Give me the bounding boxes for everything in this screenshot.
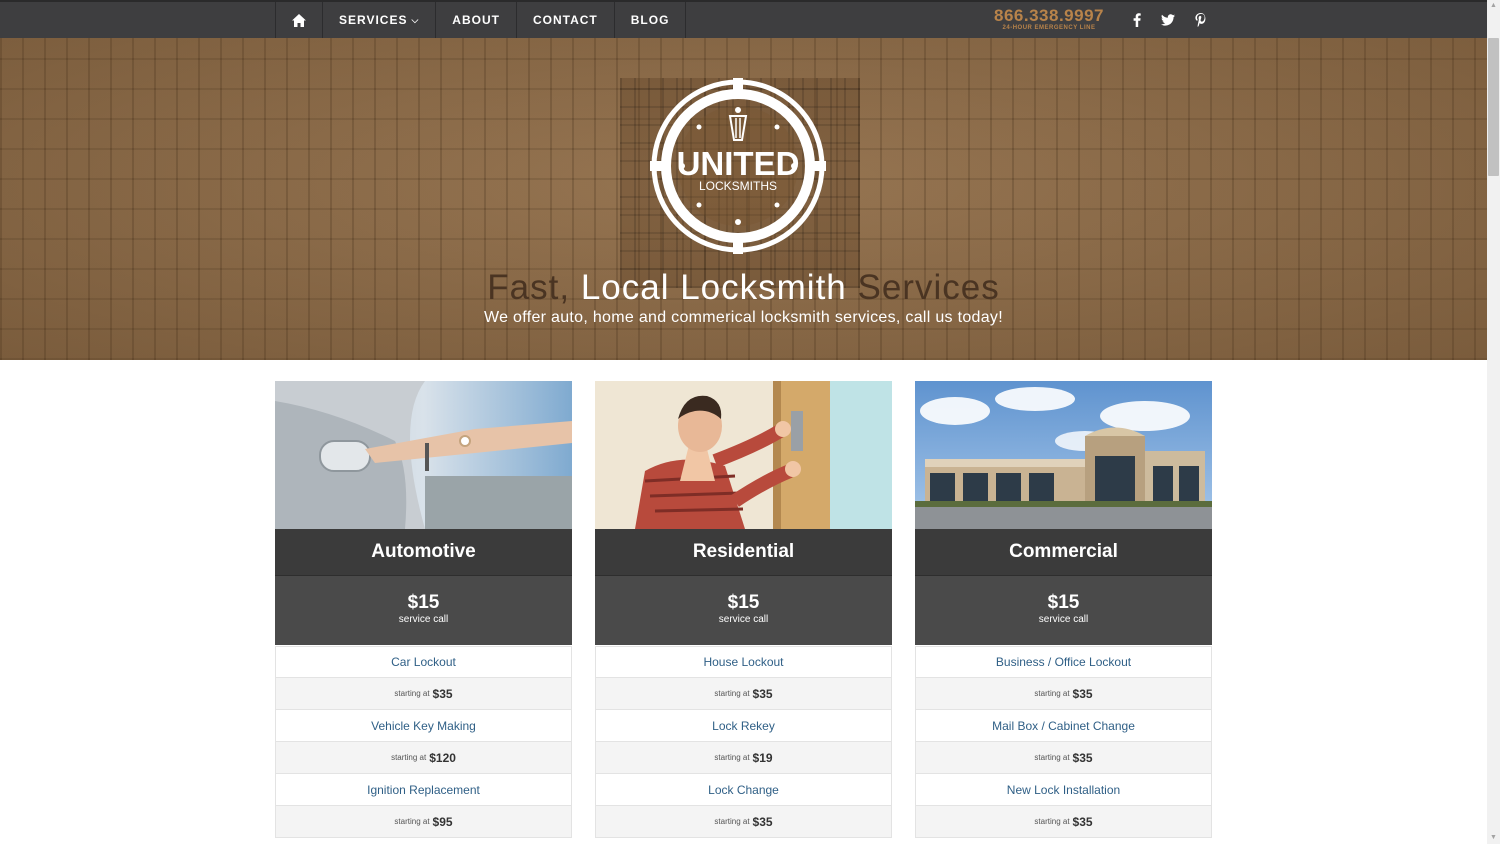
home-icon [292, 13, 306, 27]
nav-menu: SERVICES ⌵ ABOUT CONTACT BLOG [275, 2, 687, 38]
commercial-price-box: $15 service call [915, 576, 1212, 645]
service-price: $35 [1072, 814, 1093, 829]
phone-subtitle: 24-HOUR EMERGENCY LINE [1002, 25, 1096, 31]
scroll-down-arrow-icon[interactable]: ▼ [1487, 832, 1500, 844]
nav-home[interactable] [275, 2, 322, 38]
chevron-down-icon: ⌵ [411, 14, 420, 25]
service-price: $35 [1072, 750, 1093, 765]
service-link[interactable]: Car Lockout [275, 646, 572, 678]
automotive-price-label: service call [398, 614, 449, 625]
facebook-icon [1133, 13, 1141, 27]
nav-services[interactable]: SERVICES ⌵ [322, 2, 435, 38]
service-link[interactable]: Vehicle Key Making [275, 710, 572, 742]
price-prefix: starting at [1034, 817, 1070, 826]
service-price-row: starting at $35 [275, 678, 572, 710]
automotive-title: Automotive [275, 529, 572, 576]
price-prefix: starting at [394, 689, 430, 698]
price-prefix: starting at [394, 817, 430, 826]
service-price-row: starting at $120 [275, 742, 572, 774]
service-link[interactable]: House Lockout [595, 646, 892, 678]
nav-services-label: SERVICES [339, 13, 408, 27]
twitter-link[interactable] [1159, 11, 1177, 29]
residential-image [595, 381, 892, 529]
automotive-service-list: Car Lockout starting at $35 Vehicle Key M… [275, 646, 572, 838]
hero-headline-part3: Services [857, 268, 1000, 307]
service-link[interactable]: Business / Office Lockout [915, 646, 1212, 678]
hero-banner: UNITED LOCKSMITHS Fast, Local Locksmith … [0, 38, 1487, 360]
scroll-up-arrow-icon[interactable]: ▲ [1487, 0, 1500, 12]
hero-headline: Fast, Local Locksmith Services [0, 268, 1487, 308]
service-price: $35 [432, 686, 453, 701]
nav-blog-label: BLOG [630, 13, 670, 27]
commercial-price-label: service call [1038, 614, 1089, 625]
nav-blog[interactable]: BLOG [613, 2, 687, 38]
commercial-image [915, 381, 1212, 529]
service-price-row: starting at $35 [915, 742, 1212, 774]
nav-about[interactable]: ABOUT [435, 2, 516, 38]
residential-card: Residential $15 service call House Locko… [595, 381, 892, 851]
twitter-icon [1161, 14, 1175, 26]
residential-price: $15 [727, 592, 760, 613]
service-price: $95 [432, 814, 453, 829]
price-prefix: starting at [714, 753, 750, 762]
automotive-card: Automotive $15 service call Car Lockout … [275, 381, 572, 851]
phone-number[interactable]: 866.338.9997 [994, 7, 1104, 24]
service-link[interactable]: Lock Change [595, 774, 892, 806]
facebook-link[interactable] [1128, 11, 1146, 29]
service-link[interactable]: Ignition Replacement [275, 774, 572, 806]
residential-price-box: $15 service call [595, 576, 892, 645]
service-price-row: starting at $19 [595, 742, 892, 774]
phone-block[interactable]: 866.338.9997 24-HOUR EMERGENCY LINE [994, 7, 1104, 32]
service-price: $35 [752, 686, 773, 701]
nav-about-label: ABOUT [452, 13, 500, 27]
service-link[interactable]: Lock Rekey [595, 710, 892, 742]
pinterest-icon [1194, 13, 1205, 27]
service-price-row: starting at $35 [595, 678, 892, 710]
service-price-row: starting at $35 [915, 678, 1212, 710]
hero-headline-part2: Local Locksmith [580, 268, 847, 307]
service-link[interactable]: Mail Box / Cabinet Change [915, 710, 1212, 742]
nav-contact[interactable]: CONTACT [515, 2, 614, 38]
service-price: $35 [752, 814, 773, 829]
residential-title: Residential [595, 529, 892, 576]
residential-price-label: service call [718, 614, 769, 625]
price-prefix: starting at [391, 753, 427, 762]
service-price-row: starting at $35 [915, 806, 1212, 838]
hero-subheadline: We offer auto, home and commerical locks… [484, 309, 1003, 326]
top-nav: SERVICES ⌵ ABOUT CONTACT BLOG 866.338.99… [0, 0, 1487, 38]
automotive-image [275, 381, 572, 529]
logo-title: UNITED [677, 145, 800, 182]
service-price: $19 [752, 750, 773, 765]
price-prefix: starting at [1034, 753, 1070, 762]
united-locksmiths-logo[interactable]: UNITED LOCKSMITHS [650, 78, 826, 254]
service-link[interactable]: New Lock Installation [915, 774, 1212, 806]
nav-contact-label: CONTACT [532, 13, 598, 27]
service-price: $35 [1072, 686, 1093, 701]
pinterest-link[interactable] [1191, 11, 1209, 29]
commercial-service-list: Business / Office Lockout starting at $35… [915, 646, 1212, 838]
commercial-title: Commercial [915, 529, 1212, 576]
price-prefix: starting at [1034, 689, 1070, 698]
service-price-row: starting at $35 [595, 806, 892, 838]
residential-service-list: House Lockout starting at $35 Lock Rekey … [595, 646, 892, 838]
automotive-price-box: $15 service call [275, 576, 572, 645]
service-price-row: starting at $95 [275, 806, 572, 838]
automotive-price: $15 [407, 592, 440, 613]
commercial-price: $15 [1047, 592, 1080, 613]
hero-headline-part1: Fast, [487, 268, 571, 307]
price-prefix: starting at [714, 689, 750, 698]
service-price: $120 [429, 750, 456, 765]
scrollbar-thumb[interactable] [1488, 38, 1499, 176]
commercial-card: Commercial $15 service call Business / O… [915, 381, 1212, 851]
logo-subtitle: LOCKSMITHS [699, 179, 777, 193]
price-prefix: starting at [714, 817, 750, 826]
